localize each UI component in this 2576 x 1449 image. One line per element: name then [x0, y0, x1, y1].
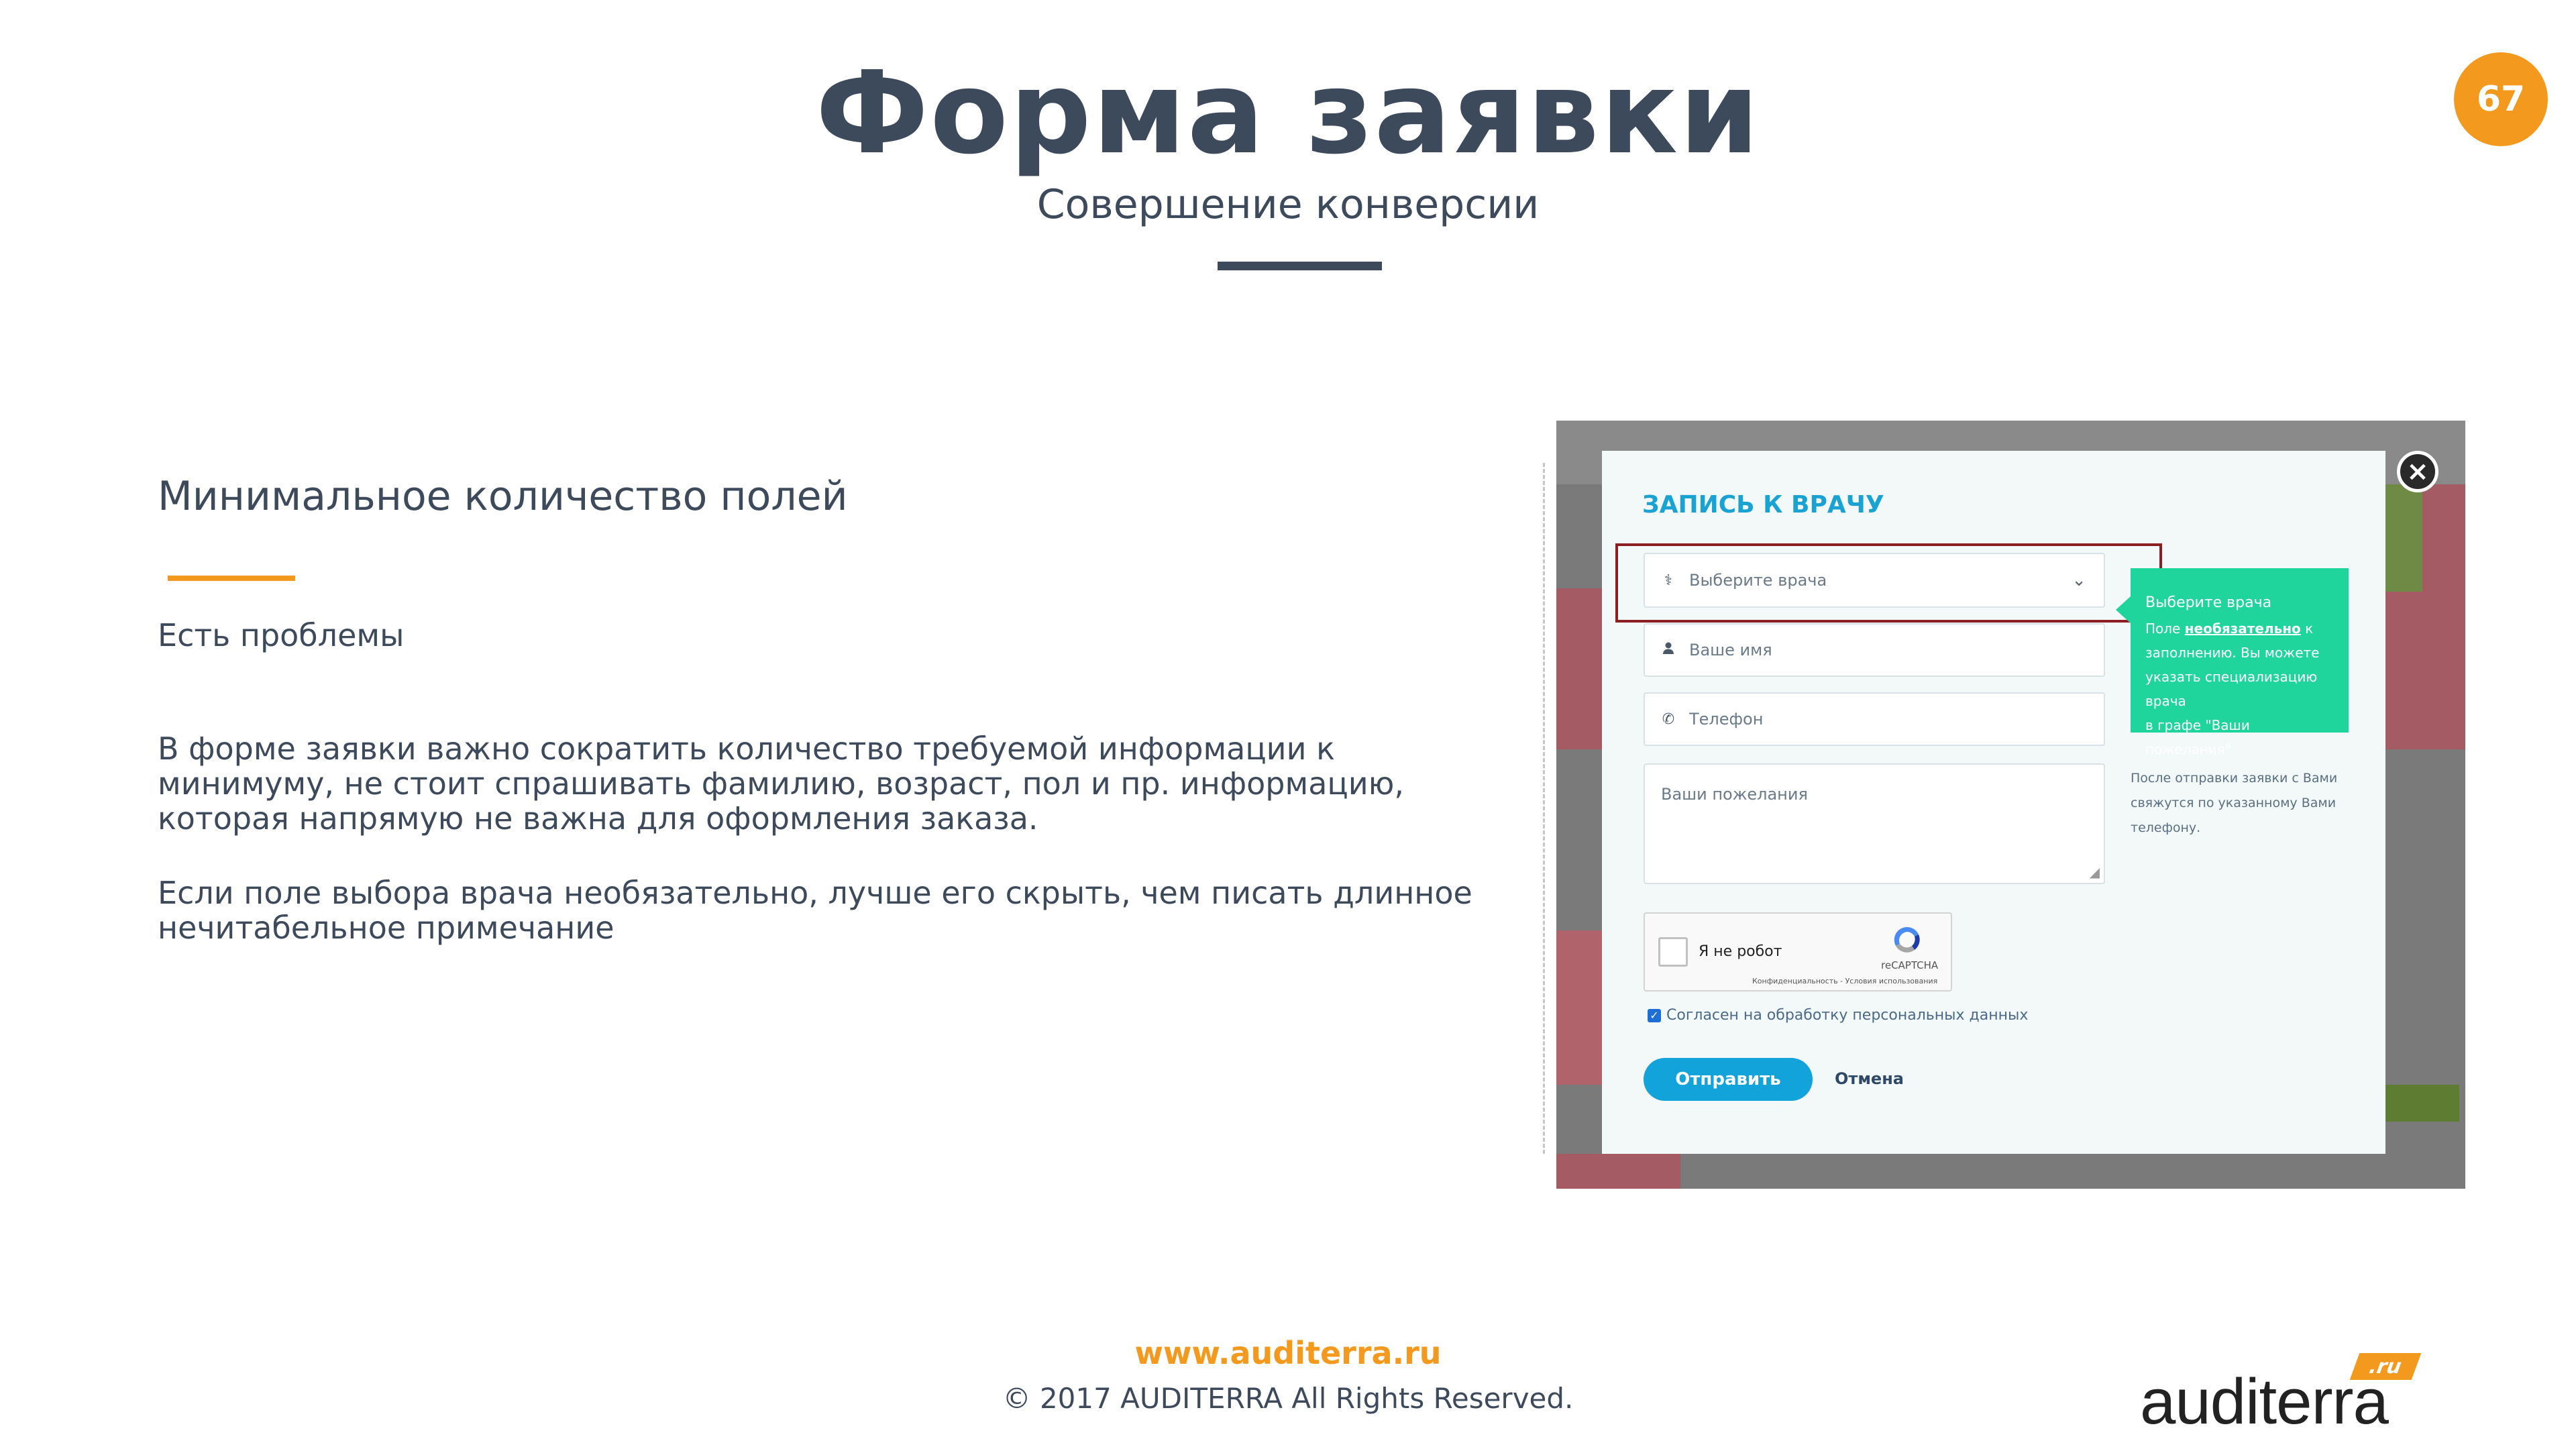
- bg-band: [1556, 1154, 1680, 1189]
- bg-band: [1556, 930, 1603, 1085]
- recaptcha-widget: Я не робот reCAPTCHA Конфиденциальность …: [1644, 912, 1952, 991]
- problems-label: Есть проблемы: [158, 617, 405, 653]
- tooltip-line: в графе "Ваши пожелания": [2145, 717, 2250, 757]
- recaptcha-checkbox[interactable]: [1658, 937, 1688, 967]
- tooltip-title: Выберите врача: [2145, 594, 2272, 611]
- wishes-placeholder: Ваши пожелания: [1661, 785, 1808, 804]
- page-title: Форма заявки: [815, 47, 1761, 180]
- user-icon: [1661, 641, 1676, 659]
- submit-button[interactable]: Отправить: [1644, 1058, 1813, 1101]
- bg-band: [2385, 484, 2422, 592]
- checkbox-checked-icon[interactable]: ✓: [1648, 1008, 1661, 1022]
- phone-icon: ✆: [1662, 710, 1675, 728]
- tooltip-line: заполнению. Вы можете: [2145, 645, 2320, 661]
- form-screenshot: ЗАПИСЬ К ВРАЧУ ⚕ Выберите врача ⌄ Ваше и…: [1556, 421, 2465, 1189]
- doctor-tooltip: Выберите врача Поле необязательно к запо…: [2116, 568, 2349, 757]
- tooltip-line: Поле необязательно к: [2145, 621, 2314, 637]
- cancel-link[interactable]: Отмена: [1835, 1069, 1904, 1088]
- paragraph-2: Если поле выбора врача необязательно, лу…: [158, 875, 1472, 946]
- wishes-textarea[interactable]: Ваши пожелания ◢: [1644, 763, 2105, 884]
- brand-tld: .ru: [2349, 1353, 2422, 1380]
- section-divider: [168, 576, 295, 581]
- name-placeholder: Ваше имя: [1689, 641, 1772, 659]
- title-divider: [1218, 262, 1382, 270]
- paragraph-1: В форме заявки важно сократить количеств…: [158, 731, 1404, 837]
- after-submit-note: После отправки заявки с Вами свяжутся по…: [2131, 771, 2338, 835]
- recaptcha-icon: [1894, 926, 1920, 953]
- page-subtitle: Совершение конверсии: [1036, 181, 1540, 228]
- recaptcha-label: Я не робот: [1699, 943, 1782, 960]
- bg-band: [2385, 1085, 2459, 1122]
- brand-logo: auditerra .ru: [2140, 1345, 2428, 1438]
- modal-title: ЗАПИСЬ К ВРАЧУ: [1642, 491, 1884, 519]
- bg-band: [1556, 588, 1603, 749]
- close-icon[interactable]: ×: [2397, 451, 2438, 492]
- section-heading: Минимальное количество полей: [158, 473, 848, 520]
- recaptcha-terms[interactable]: Конфиденциальность - Условия использован…: [1752, 977, 1937, 985]
- highlight-frame: [1615, 543, 2162, 623]
- resize-handle-icon[interactable]: ◢: [2090, 864, 2100, 880]
- consent-label: Согласен на обработку персональных данны…: [1666, 1007, 2029, 1024]
- name-input[interactable]: Ваше имя: [1644, 623, 2105, 677]
- page-number-badge: 67: [2454, 52, 2548, 146]
- consent-checkbox-row[interactable]: ✓ Согласен на обработку персональных дан…: [1648, 1007, 2028, 1024]
- appointment-modal: ЗАПИСЬ К ВРАЧУ ⚕ Выберите врача ⌄ Ваше и…: [1602, 451, 2385, 1154]
- tooltip-line: указать специализацию врача: [2145, 669, 2318, 709]
- phone-input[interactable]: ✆ Телефон: [1644, 692, 2105, 746]
- recaptcha-brand: reCAPTCHA: [1881, 959, 1939, 971]
- dashed-divider: [1543, 463, 1545, 1154]
- phone-placeholder: Телефон: [1689, 710, 1764, 729]
